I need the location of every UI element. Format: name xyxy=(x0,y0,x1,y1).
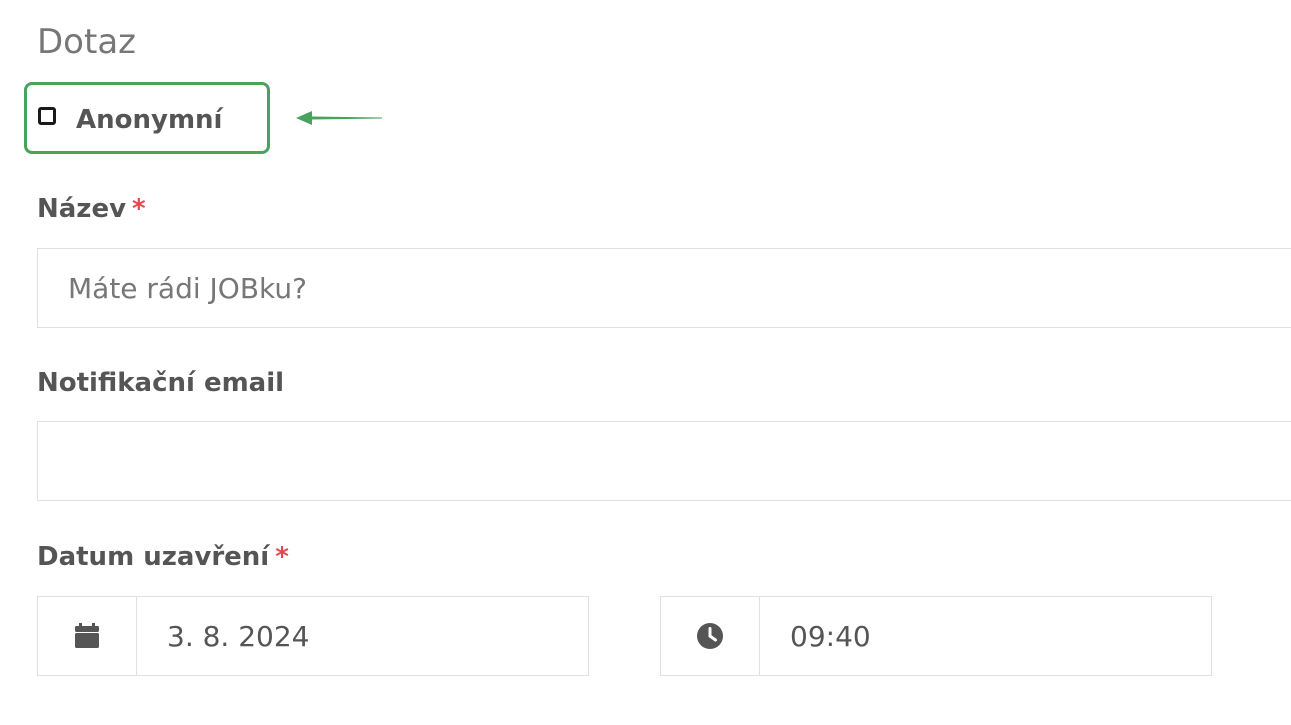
anonymous-checkbox[interactable] xyxy=(38,107,56,125)
date-addon[interactable] xyxy=(38,597,137,675)
date-input[interactable] xyxy=(137,597,588,675)
time-input[interactable] xyxy=(760,597,1211,675)
time-picker[interactable] xyxy=(660,596,1212,676)
email-input[interactable] xyxy=(37,421,1291,501)
required-mark: * xyxy=(132,194,146,224)
arrow-left-icon xyxy=(296,111,382,125)
name-label-text: Název xyxy=(37,194,127,224)
close-date-label-text: Datum uzavření xyxy=(37,542,270,572)
required-mark: * xyxy=(275,542,289,572)
time-addon[interactable] xyxy=(661,597,760,675)
name-input[interactable] xyxy=(37,248,1291,328)
close-date-label: Datum uzavření * xyxy=(37,542,289,572)
anonymous-label[interactable]: Anonymní xyxy=(76,105,222,135)
email-label: Notifikační email xyxy=(37,368,284,398)
anonymous-checkbox-row[interactable]: Anonymní xyxy=(38,100,222,140)
clock-icon xyxy=(697,623,723,649)
name-label: Název * xyxy=(37,194,146,224)
section-title: Dotaz xyxy=(37,22,136,62)
calendar-icon xyxy=(75,623,99,648)
date-picker[interactable] xyxy=(37,596,589,676)
email-label-text: Notifikační email xyxy=(37,368,285,398)
